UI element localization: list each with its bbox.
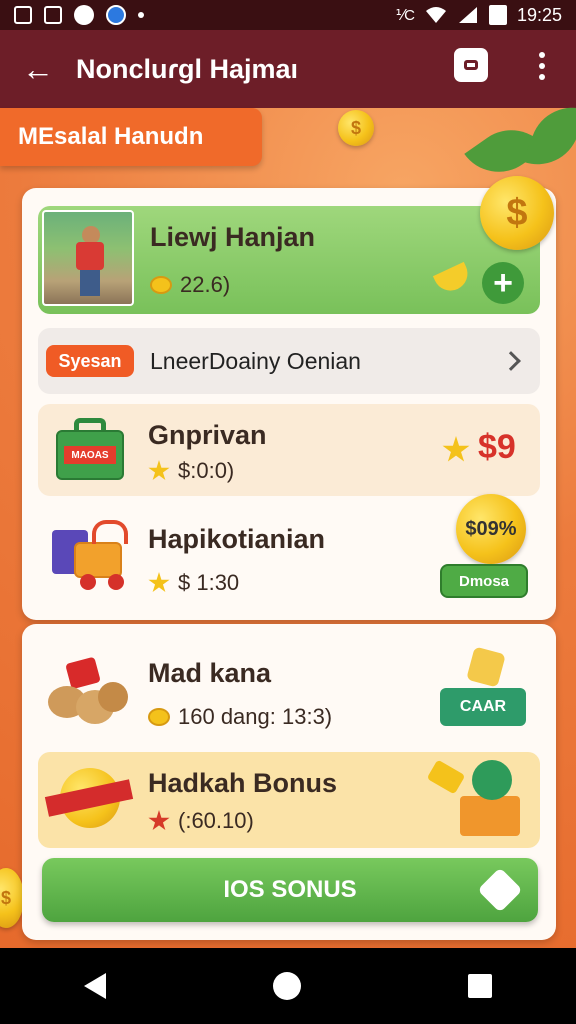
wifi-icon (425, 7, 446, 23)
star-icon (148, 460, 170, 481)
star-icon (148, 572, 170, 593)
nav-home-icon[interactable] (272, 972, 301, 1000)
app-notification-icon (74, 5, 94, 25)
item-title: Mad kana (148, 658, 272, 688)
reward-item[interactable]: Hapikotianian $ 1:30 $09% Dmosa (38, 494, 540, 606)
shopping-bag-icon[interactable] (454, 48, 488, 82)
item-value: 160 dang: 13:3) (148, 704, 332, 730)
item-value: $ 1:30 (148, 570, 239, 596)
messenger-notification-icon (106, 5, 126, 25)
item-value: $:0:0) (148, 458, 234, 484)
item-title: Hadkah Bonus (148, 768, 338, 798)
item-title: Hapikotianian (148, 524, 326, 554)
cookies-icon (48, 656, 128, 724)
profile-balance: 22.6) (150, 272, 230, 298)
gallery-notification-icon (14, 6, 32, 24)
banner-row[interactable]: Syesan LneerDoainy Oenian (38, 328, 540, 394)
bag-clasp (464, 60, 478, 70)
more-notifications-dot-icon (138, 12, 144, 18)
clock: 19:25 (516, 4, 562, 25)
nav-recents-icon[interactable] (468, 974, 493, 998)
coin-icon (150, 276, 172, 294)
more-vert-icon[interactable] (528, 52, 556, 80)
coin-icon (148, 708, 170, 726)
battery-icon (488, 5, 507, 25)
photo-notification-icon (44, 6, 62, 24)
trophy-icon (466, 646, 506, 688)
banana-icon (432, 261, 474, 297)
nav-back-icon[interactable] (83, 973, 106, 999)
vibrate-icon: ⅟C (395, 7, 415, 24)
discount-coin-icon: $09% (456, 494, 526, 564)
profile-name: Liewj Hanjan (150, 222, 316, 252)
toolbox-label: MAOAS (64, 446, 116, 464)
gift-box-icon (426, 759, 528, 840)
star-icon (148, 810, 170, 831)
add-button[interactable]: + (482, 262, 524, 304)
status-bar: ⅟C 19:25 (0, 0, 576, 30)
banner-text: LneerDoainy Oenian (150, 348, 361, 374)
bonus-button-label: IOS SONUS (223, 876, 357, 903)
navigation-bar (0, 948, 576, 1024)
item-price: $9 (478, 428, 516, 466)
item-value-text: $ 1:30 (178, 570, 240, 595)
chevron-right-icon (501, 351, 521, 371)
bonus-row[interactable]: Hadkah Bonus (:60.10) (38, 752, 540, 848)
signal-icon (458, 7, 477, 23)
profile-balance-value: 22.6) (180, 272, 231, 297)
section-title: MEsalal Hanudn (0, 108, 262, 166)
item-value-text: 160 dang: 13:3) (178, 704, 333, 729)
reward-item[interactable]: MAOAS Gnprivan $:0:0) $9 (38, 404, 540, 496)
bonus-button[interactable]: IOS SONUS (42, 858, 538, 922)
item-value: (:60.10) (148, 808, 254, 834)
profile-row[interactable]: Liewj Hanjan 22.6) + (38, 206, 540, 314)
item-value-text: (:60.10) (178, 808, 254, 833)
gem-icon (477, 867, 523, 913)
dollar-coin-icon: $ (480, 176, 554, 250)
item-action-button[interactable]: Dmosa (440, 564, 528, 598)
app-bar: ← Noncluɾgl Hajmaı (0, 30, 576, 108)
item-title: Gnprivan (148, 420, 267, 450)
star-icon (442, 436, 470, 462)
season-pill: Syesan (46, 345, 134, 377)
floating-coin-icon: $ (338, 110, 374, 146)
bonus-coin-banner-icon (44, 768, 134, 830)
item-action-button[interactable]: CAAR (440, 688, 526, 726)
page-title: Noncluɾgl Hajmaı (76, 53, 299, 84)
back-arrow-icon[interactable]: ← (0, 51, 76, 88)
rewards-card: Liewj Hanjan 22.6) + $ Syesan LneerDoain… (22, 176, 556, 620)
item-value-text: $:0:0) (178, 458, 235, 483)
toolbox-icon: MAOAS (56, 418, 124, 480)
profile-photo (42, 210, 134, 306)
reward-item[interactable]: Mad kana 160 dang: 13:3) CAAR (38, 634, 540, 744)
gift-cart-icon (52, 520, 132, 590)
